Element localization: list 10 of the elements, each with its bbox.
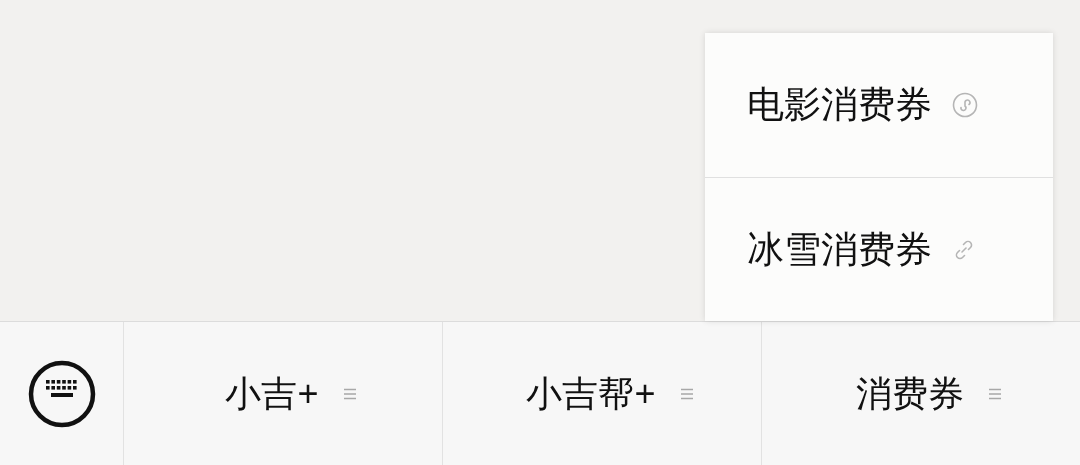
submenu-item[interactable]: 冰雪消费券 <box>705 177 1053 321</box>
menu-tab[interactable]: 小吉+ <box>124 322 442 465</box>
menu-tab[interactable]: 小吉帮+ <box>443 322 761 465</box>
mini-program-icon <box>952 92 978 118</box>
menu-icon <box>988 386 1002 401</box>
menu-icon <box>679 386 694 401</box>
submenu-item[interactable]: 电影消费券 <box>705 33 1053 177</box>
keyboard-icon[interactable] <box>27 359 96 428</box>
menu-icon <box>342 386 357 401</box>
menu-tab[interactable]: 消费券 <box>762 322 1080 465</box>
